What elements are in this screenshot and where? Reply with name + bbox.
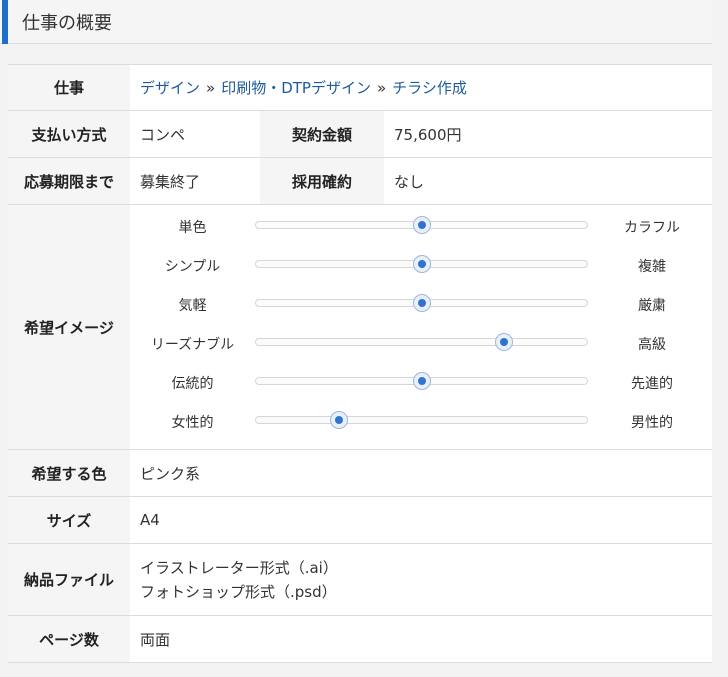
breadcrumb-link-flyer[interactable]: チラシ作成 [392, 77, 467, 98]
slider-left-label: シンプル [164, 259, 221, 275]
pages-value: 両面 [140, 630, 171, 649]
job-label: 仕事 [8, 65, 130, 110]
slider-row-tradition: 伝統的 先進的 [130, 372, 712, 392]
slider-row-formality: 気軽 厳粛 [130, 294, 712, 314]
section-accent-bar [2, 0, 8, 44]
files-value: イラストレーター形式（.ai） フォトショップ形式（.psd） [130, 544, 338, 615]
file-format-psd: フォトショップ形式（.psd） [140, 583, 337, 601]
deadline-value: 募集終了 [140, 172, 201, 191]
amount-label: 契約金額 [260, 111, 384, 157]
file-format-ai: イラストレーター形式（.ai） [140, 559, 338, 577]
slider-row-gender: 女性的 男性的 [130, 411, 712, 431]
slider-row-color: 単色 カラフル [130, 216, 712, 236]
row-files: 納品ファイル イラストレーター形式（.ai） フォトショップ形式（.psd） [8, 544, 712, 616]
payment-label: 支払い方式 [8, 111, 130, 157]
slider-right-label: 高級 [638, 337, 666, 353]
breadcrumb-separator: » [376, 78, 387, 97]
row-color: 希望する色 ピンク系 [8, 450, 712, 497]
payment-value: コンペ [140, 125, 186, 144]
slider-knob[interactable] [495, 333, 514, 351]
row-pages: ページ数 両面 [8, 616, 712, 663]
amount-value: 75,600円 [394, 125, 462, 144]
slider-knob[interactable] [329, 411, 348, 429]
section-title: 仕事の概要 [22, 13, 112, 34]
color-value: ピンク系 [140, 464, 201, 483]
slider-row-complexity: シンプル 複雑 [130, 255, 712, 275]
size-label: サイズ [8, 497, 130, 543]
slider-right-label: 厳粛 [638, 298, 666, 314]
slider-knob[interactable] [412, 255, 431, 273]
adoption-value: なし [394, 172, 425, 191]
slider-track[interactable] [255, 372, 588, 390]
slider-track[interactable] [255, 411, 588, 429]
slider-row-price: リーズナブル 高級 [130, 333, 712, 353]
row-payment: 支払い方式 コンペ 契約金額 75,600円 [8, 111, 712, 158]
size-value: A4 [140, 511, 160, 529]
adoption-label: 採用確約 [260, 158, 384, 204]
deadline-label: 応募期限まで [8, 158, 130, 204]
row-job: 仕事 デザイン » 印刷物・DTPデザイン » チラシ作成 [8, 64, 712, 111]
breadcrumb-link-print-dtp[interactable]: 印刷物・DTPデザイン [221, 77, 371, 98]
pages-label: ページ数 [8, 616, 130, 662]
slider-right-label: カラフル [624, 220, 680, 236]
job-summary-table: 仕事 デザイン » 印刷物・DTPデザイン » チラシ作成 支払い方式 コンペ … [8, 64, 712, 663]
breadcrumb-separator: » [206, 78, 216, 97]
slider-knob[interactable] [412, 372, 431, 390]
slider-right-label: 複雑 [638, 259, 666, 275]
section-header: 仕事の概要 [0, 0, 712, 44]
files-label: 納品ファイル [8, 544, 130, 615]
slider-right-label: 先進的 [631, 376, 673, 392]
slider-track[interactable] [255, 255, 588, 273]
slider-left-label: 単色 [178, 220, 207, 236]
color-label: 希望する色 [8, 450, 130, 496]
slider-knob[interactable] [412, 216, 431, 234]
slider-right-label: 男性的 [631, 415, 673, 431]
job-breadcrumb: デザイン » 印刷物・DTPデザイン » チラシ作成 [130, 65, 467, 110]
slider-left-label: 気軽 [178, 298, 207, 314]
slider-left-label: 伝統的 [171, 376, 214, 392]
slider-track[interactable] [255, 333, 588, 351]
breadcrumb-link-design[interactable]: デザイン [140, 77, 200, 98]
row-deadline: 応募期限まで 募集終了 採用確約 なし [8, 158, 712, 205]
slider-knob[interactable] [412, 294, 431, 312]
slider-track[interactable] [255, 294, 588, 312]
slider-track[interactable] [255, 216, 588, 234]
row-size: サイズ A4 [8, 497, 712, 544]
row-image-preference: 希望イメージ 単色 カラフル シンプル 複雑 気軽 厳粛 リーズナブル 高級 伝… [8, 205, 712, 450]
slider-left-label: 女性的 [171, 415, 214, 431]
slider-left-label: リーズナブル [150, 337, 235, 353]
image-preference-label: 希望イメージ [8, 205, 130, 449]
